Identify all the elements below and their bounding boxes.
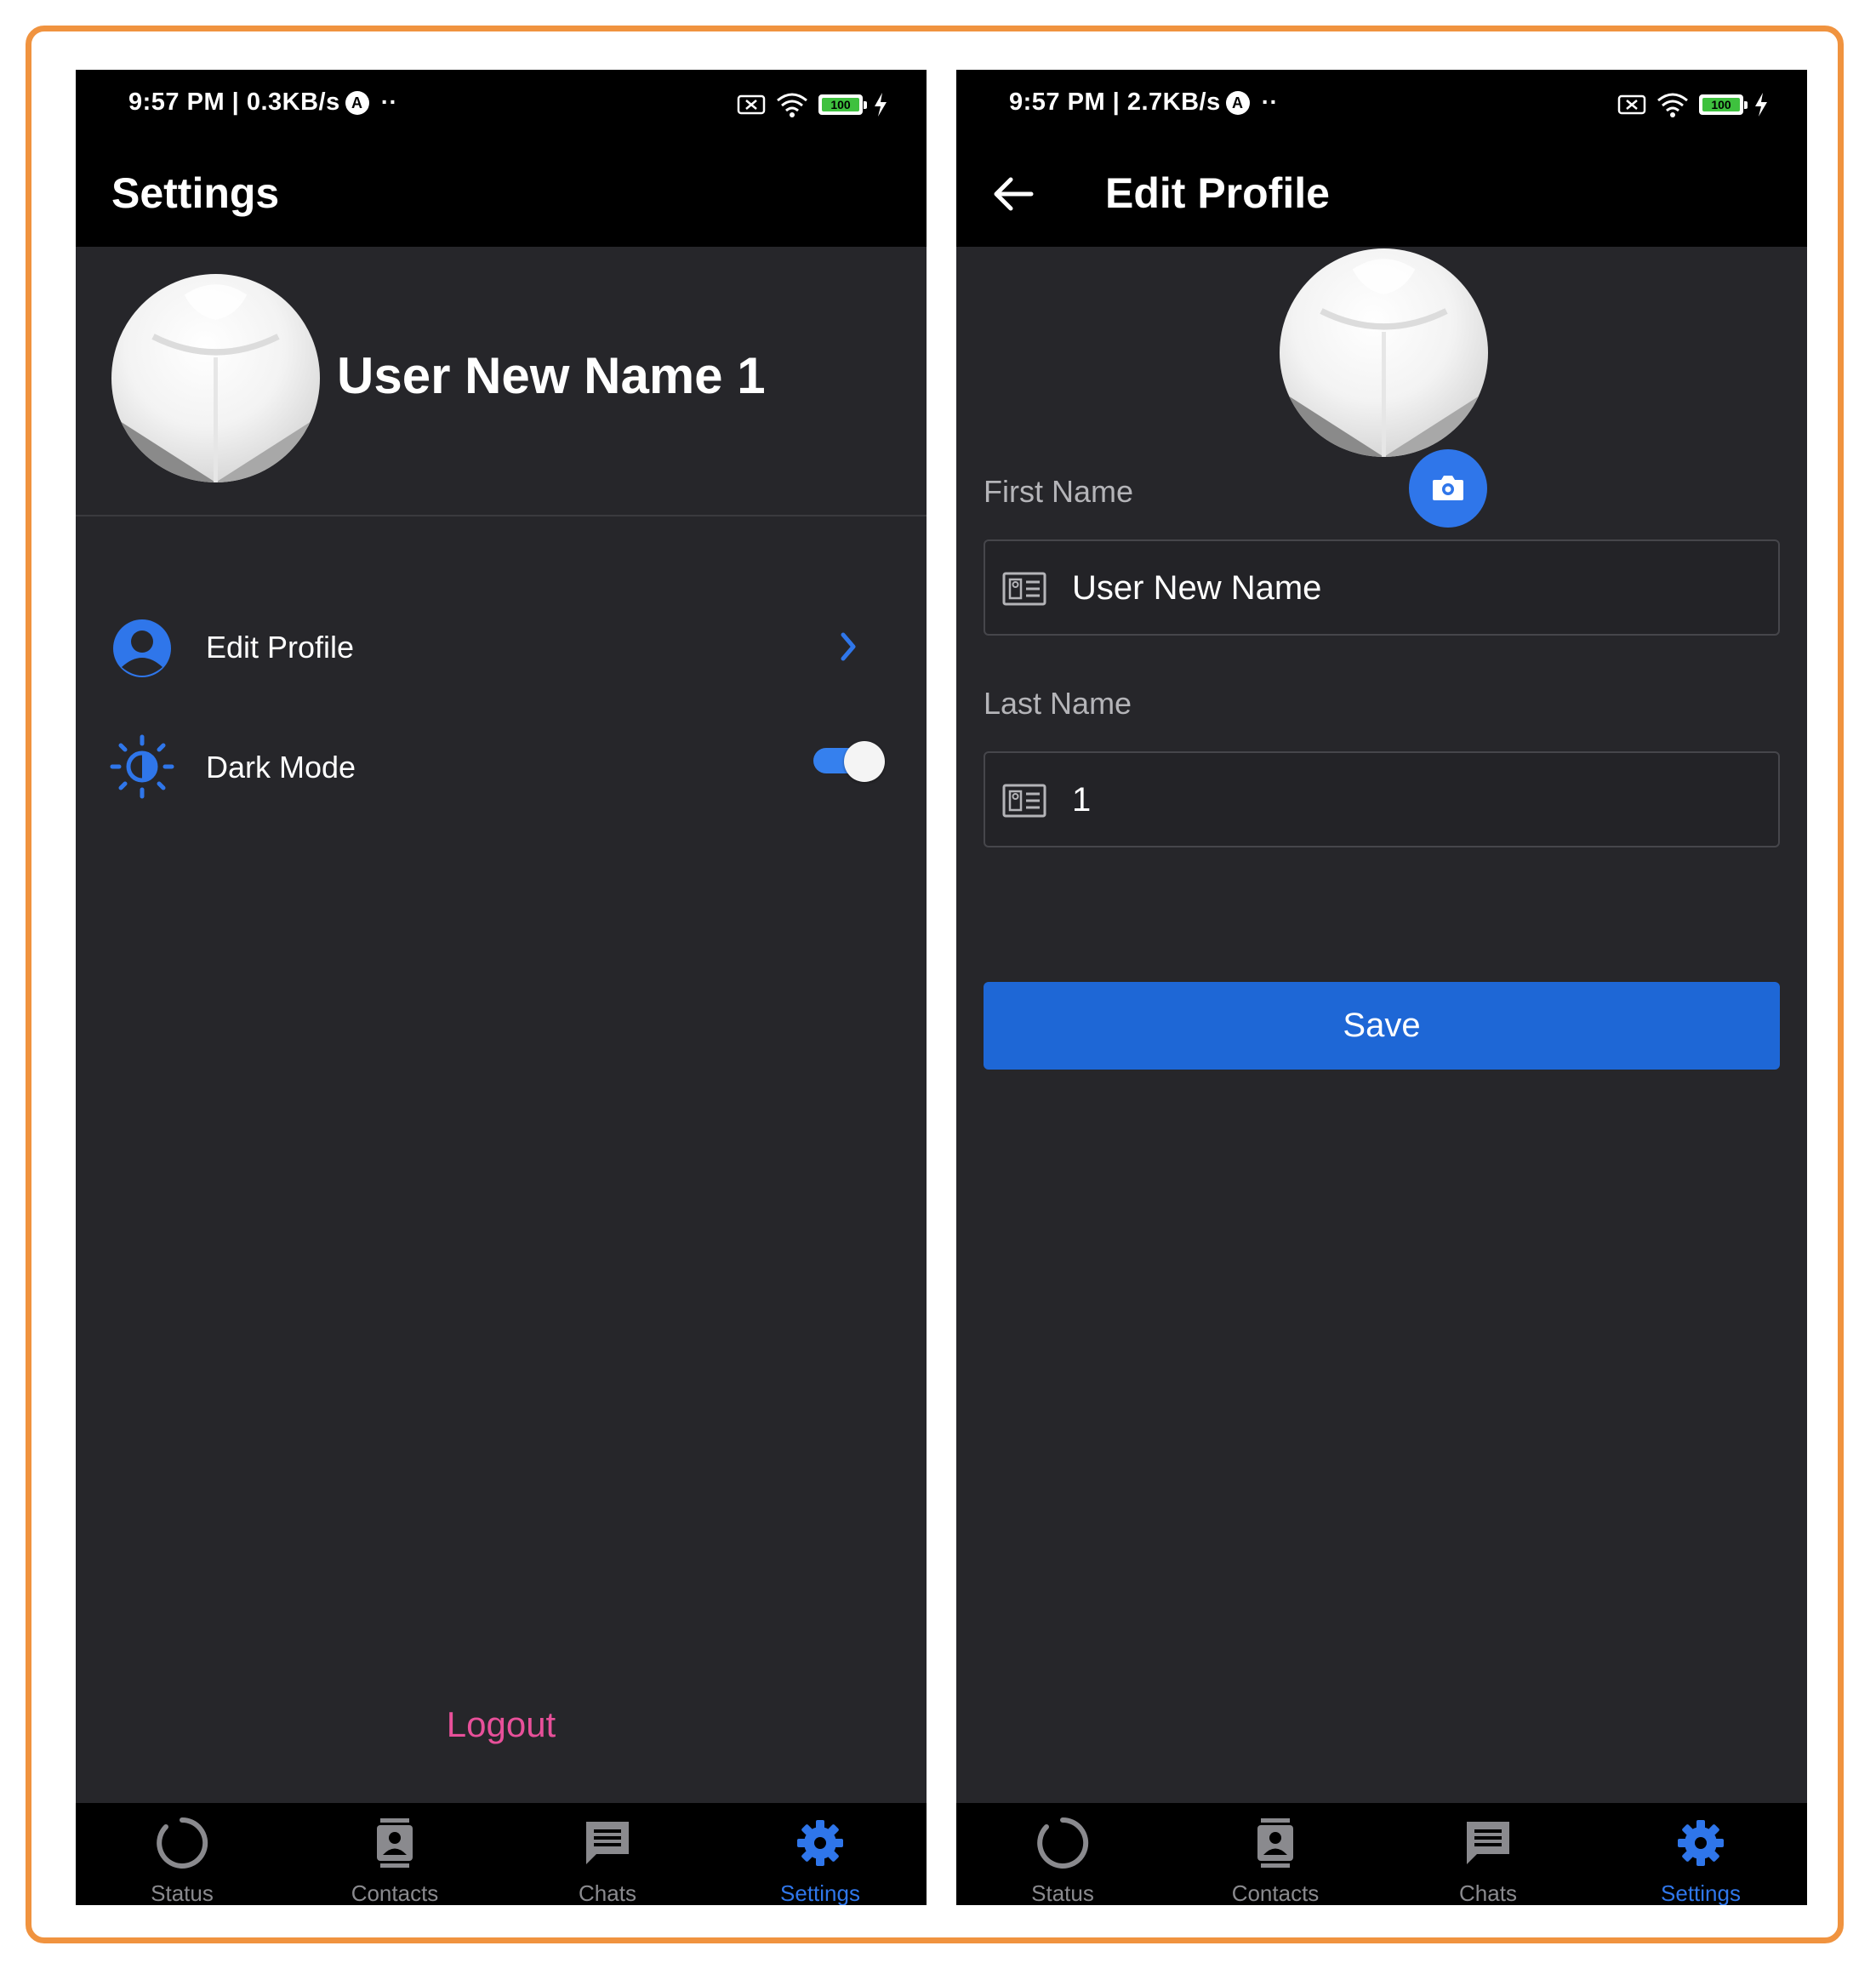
- chevron-right-icon: [841, 632, 856, 661]
- profile-name: User New Name 1: [337, 347, 766, 404]
- status-ring-icon: [157, 1817, 208, 1869]
- camera-icon: [1433, 476, 1463, 500]
- more-notifications-icon: ··: [1261, 88, 1279, 115]
- gear-icon: [1678, 1820, 1724, 1866]
- id-card-icon: [1002, 572, 1046, 606]
- app-bar: Settings: [76, 138, 927, 247]
- tab-chats[interactable]: Chats: [501, 1803, 714, 1905]
- charging-icon: [1755, 93, 1767, 117]
- save-button[interactable]: Save: [984, 982, 1780, 1070]
- first-name-input[interactable]: [1070, 541, 1754, 636]
- battery-icon: 100: [1699, 94, 1748, 115]
- tab-chats[interactable]: Chats: [1382, 1803, 1594, 1905]
- user-circle-icon: [113, 619, 171, 677]
- charging-icon: [875, 93, 887, 117]
- tab-settings[interactable]: Settings: [1594, 1803, 1807, 1905]
- last-name-label: Last Name: [984, 686, 1132, 721]
- last-name-input[interactable]: [1070, 753, 1754, 847]
- change-photo-button[interactable]: [1409, 449, 1487, 528]
- tab-status[interactable]: Status: [956, 1803, 1169, 1905]
- avatar[interactable]: [111, 274, 320, 482]
- wifi-icon: [777, 93, 807, 117]
- bottom-tab-bar: Status Contacts Chats Settings: [76, 1803, 927, 1905]
- status-ring-icon: [1037, 1817, 1089, 1869]
- divider: [76, 515, 927, 516]
- status-bar: 9:57 PM | 0.3KB/s A ·· 100: [76, 70, 927, 138]
- status-bar: 9:57 PM | 2.7KB/s A ·· 100: [956, 70, 1807, 138]
- bottom-tab-bar: Status Contacts Chats Settings: [956, 1803, 1807, 1905]
- contacts-icon: [1257, 1818, 1293, 1868]
- app-notification-icon: A: [345, 91, 369, 115]
- tab-settings[interactable]: Settings: [714, 1803, 927, 1905]
- page-title: Settings: [111, 169, 280, 217]
- sim-missing-icon: [1617, 94, 1646, 115]
- menu-item-label: Edit Profile: [206, 630, 355, 665]
- logout-button[interactable]: Logout: [76, 1704, 927, 1745]
- settings-screen: 9:57 PM | 0.3KB/s A ·· 100 Settings User N…: [76, 70, 927, 1905]
- sim-missing-icon: [737, 94, 766, 115]
- dark-mode-toggle[interactable]: [813, 741, 885, 782]
- contacts-icon: [377, 1818, 413, 1868]
- first-name-field-box: [984, 539, 1780, 636]
- edit-profile-screen: 9:57 PM | 2.7KB/sA·· 100 Edit Profile: [956, 70, 1807, 1905]
- page-title: Edit Profile: [1105, 169, 1330, 217]
- status-time: 9:57 PM | 0.3KB/s A ··: [128, 88, 398, 116]
- app-bar: Edit Profile: [956, 138, 1807, 247]
- toggle-knob: [844, 741, 885, 782]
- tab-contacts[interactable]: Contacts: [1169, 1803, 1382, 1905]
- gear-icon: [797, 1820, 843, 1866]
- chat-icon: [1467, 1822, 1509, 1864]
- app-notification-icon: A: [1225, 91, 1250, 115]
- avatar-image: [1280, 259, 1488, 457]
- tab-contacts[interactable]: Contacts: [288, 1803, 501, 1905]
- avatar: [1280, 248, 1488, 457]
- status-time: 9:57 PM | 2.7KB/s A ··: [1009, 88, 1279, 116]
- back-arrow-icon[interactable]: [992, 175, 1035, 213]
- menu-item-edit-profile[interactable]: Edit Profile: [76, 597, 927, 691]
- more-notifications-icon: ··: [380, 88, 398, 115]
- battery-icon: 100: [818, 94, 867, 115]
- first-name-label: First Name: [984, 474, 1134, 509]
- last-name-field-box: [984, 751, 1780, 847]
- avatar-image: [111, 284, 320, 482]
- brightness-icon: [110, 734, 174, 799]
- wifi-icon: [1657, 93, 1688, 117]
- menu-item-label: Dark Mode: [206, 750, 356, 785]
- id-card-icon: [1002, 784, 1046, 818]
- chat-icon: [586, 1822, 629, 1864]
- menu-item-dark-mode: Dark Mode: [76, 716, 927, 809]
- tab-status[interactable]: Status: [76, 1803, 288, 1905]
